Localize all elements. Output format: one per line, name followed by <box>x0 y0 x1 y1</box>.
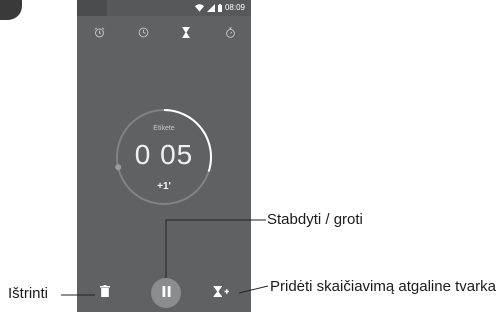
manual-illustration: 08:09 Etikete 0 05 +1' Stabdyti / groti … <box>0 0 496 312</box>
status-notification-area <box>77 0 107 16</box>
trash-icon <box>100 284 110 302</box>
tab-clock[interactable] <box>133 24 153 44</box>
add-minute-button[interactable]: +1' <box>114 181 214 192</box>
status-time: 08:09 <box>224 3 245 12</box>
tab-bar <box>77 24 251 44</box>
callout-add-countdown: Pridėti skaičiavimą atgaline tvarka <box>270 278 496 295</box>
callout-delete: Ištrinti <box>8 285 49 302</box>
status-icons: 08:09 <box>194 2 245 14</box>
add-timer-icon <box>213 284 229 302</box>
corner-decoration <box>0 0 22 20</box>
phone-screen: 08:09 Etikete 0 05 +1' <box>77 0 251 312</box>
pause-icon <box>162 284 171 302</box>
delete-button[interactable] <box>97 285 113 301</box>
timer-label[interactable]: Etikete <box>114 125 214 132</box>
clock-icon <box>138 25 149 43</box>
signal-icon <box>206 4 215 12</box>
alarm-icon <box>94 25 105 43</box>
tab-alarm[interactable] <box>89 24 109 44</box>
hourglass-icon <box>181 25 191 43</box>
battery-icon <box>217 4 222 12</box>
callout-stop-play: Stabdyti / groti <box>267 211 363 228</box>
status-bar: 08:09 <box>77 0 251 16</box>
wifi-icon <box>194 4 204 12</box>
tab-timer[interactable] <box>176 24 196 44</box>
pause-button[interactable] <box>151 278 181 308</box>
timer-time: 0 05 <box>134 139 194 170</box>
add-timer-button[interactable] <box>212 285 230 301</box>
stopwatch-icon <box>225 25 236 43</box>
tab-stopwatch[interactable] <box>220 24 240 44</box>
